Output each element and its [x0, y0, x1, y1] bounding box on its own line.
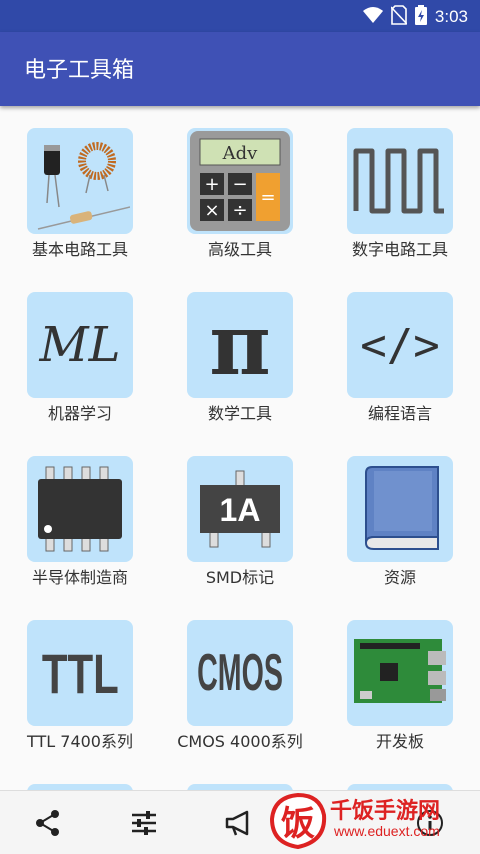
tile-programming-languages[interactable]: </> 编程语言 [320, 270, 480, 424]
svg-text:−: − [232, 174, 247, 195]
cmos-icon: CMOS [187, 620, 293, 726]
watermark: 饭 千饭手游网 www.eduext.com [268, 793, 480, 849]
clock-time: 3:03 [434, 7, 468, 26]
tile-digital-circuit-tools[interactable]: 数字电路工具 [320, 106, 480, 260]
ml-icon: ML [27, 292, 133, 398]
tile-partial[interactable] [320, 762, 480, 790]
watermark-brand: 千饭手游网 [330, 799, 441, 824]
app-bar: 电子工具箱 [0, 32, 480, 106]
svg-text:=: = [260, 187, 275, 208]
status-bar: 3:03 [0, 0, 480, 32]
calculator-icon: Adv + − × ÷ = [187, 128, 293, 234]
tile-label: 编程语言 [367, 404, 432, 423]
pi-icon: π [187, 292, 293, 398]
svg-text:+: + [204, 174, 219, 195]
watermark-url: www.eduext.com [334, 823, 440, 839]
code-icon: </> [347, 292, 453, 398]
tile-label: 数字电路工具 [351, 240, 448, 259]
tile-label: 资源 [383, 568, 416, 587]
tile-machine-learning[interactable]: ML 机器学习 [0, 270, 160, 424]
tile-label: SMD标记 [205, 568, 275, 587]
tile-partial[interactable] [160, 762, 320, 790]
tile-label: 开发板 [375, 732, 424, 751]
book-icon [347, 456, 453, 562]
tile-development-boards[interactable]: 开发板 [320, 598, 480, 752]
components-icon [27, 128, 133, 234]
tile-label: CMOS 4000系列 [177, 732, 303, 751]
svg-text:÷: ÷ [232, 200, 247, 221]
battery-icon [414, 5, 427, 29]
tile-resources[interactable]: 资源 [320, 434, 480, 588]
tile-semiconductor-manufacturers[interactable]: 半导体制造商 [0, 434, 160, 588]
tile-advanced-tools[interactable]: Adv + − × ÷ = 高级工具 [160, 106, 320, 260]
wifi-icon [362, 6, 383, 28]
megaphone-icon[interactable] [222, 805, 258, 841]
svg-text:×: × [204, 200, 219, 221]
tile-label: TTL 7400系列 [27, 732, 133, 751]
tile-smd-marking[interactable]: 1A SMD标记 [160, 434, 320, 588]
tile-label: 高级工具 [207, 240, 272, 259]
chip-icon [27, 456, 133, 562]
tile-label: 基本电路工具 [31, 240, 128, 259]
svg-text:饭: 饭 [281, 804, 315, 844]
tile-partial[interactable] [0, 762, 160, 790]
no-sim-icon [390, 5, 408, 29]
svg-text:Adv: Adv [222, 143, 259, 164]
tools-grid: 基本电路工具 Adv + − × ÷ = 高级工具 数字电路工具 ML 机器学习… [0, 106, 480, 790]
svg-text:1A: 1A [220, 492, 261, 528]
smd-icon: 1A [187, 456, 293, 562]
settings-sliders-icon[interactable] [126, 805, 162, 841]
share-icon[interactable] [30, 805, 66, 841]
tile-cmos-4000-series[interactable]: CMOS CMOS 4000系列 [160, 598, 320, 752]
square-wave-icon [347, 128, 453, 234]
tile-math-tools[interactable]: π 数学工具 [160, 270, 320, 424]
app-title: 电子工具箱 [24, 58, 135, 83]
ttl-icon: TTL [27, 620, 133, 726]
tile-label: 机器学习 [47, 404, 112, 423]
tile-ttl-7400-series[interactable]: TTL TTL 7400系列 [0, 598, 160, 752]
watermark-logo-icon: 饭 [269, 793, 327, 849]
board-icon [347, 620, 453, 726]
tile-label: 数学工具 [207, 404, 272, 423]
tile-label: 半导体制造商 [31, 568, 128, 587]
tile-basic-circuit-tools[interactable]: 基本电路工具 [0, 106, 160, 260]
